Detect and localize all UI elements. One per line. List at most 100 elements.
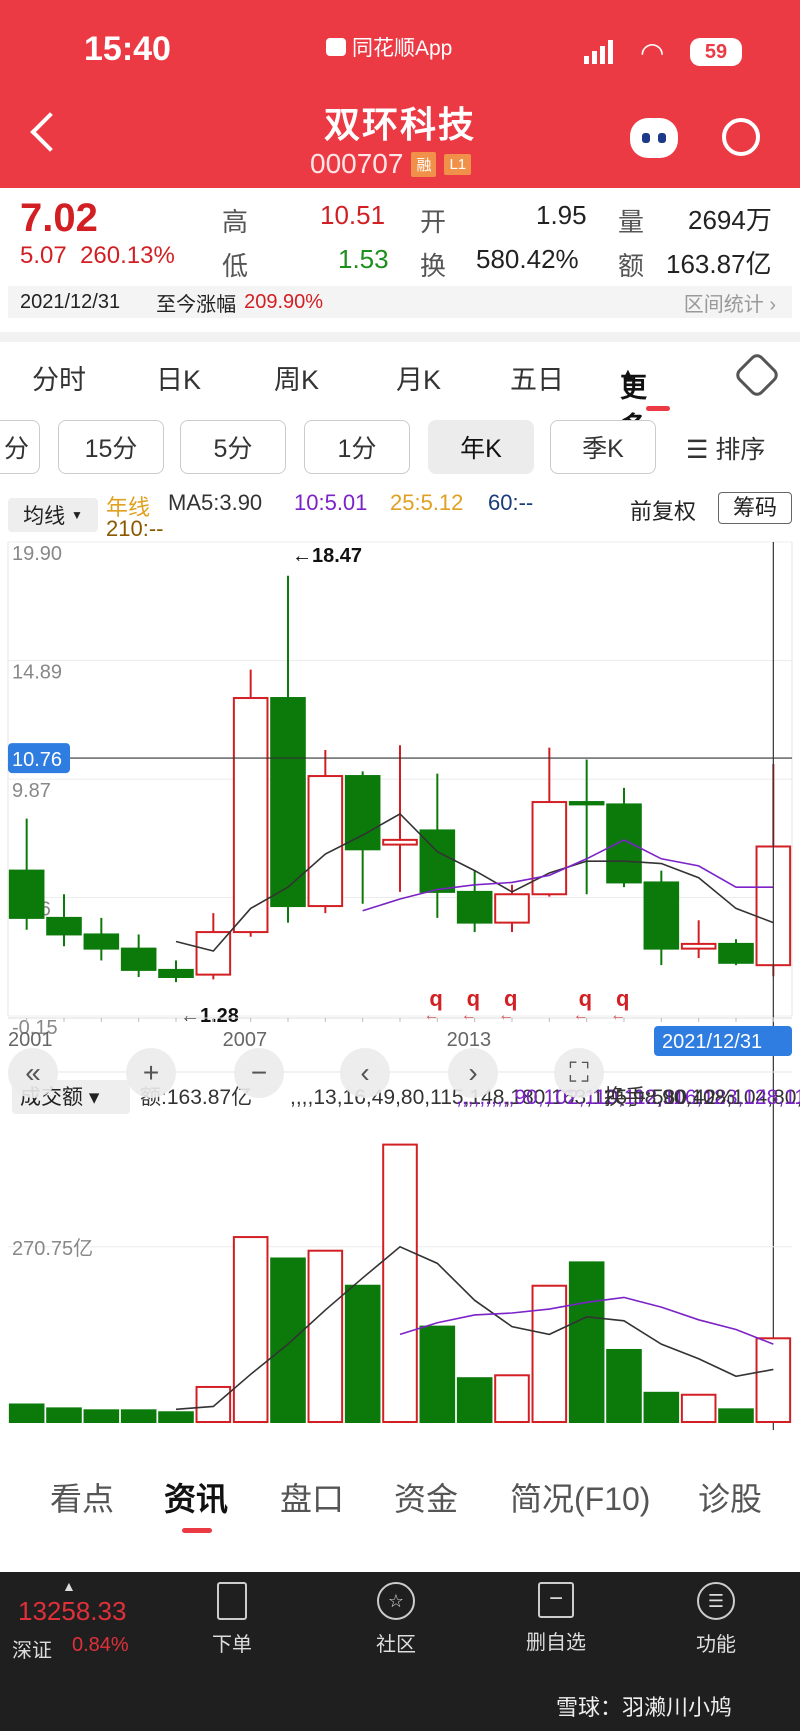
fullscreen-icon[interactable]: ⛶ xyxy=(554,1048,604,1098)
robot-assistant-icon[interactable] xyxy=(630,118,678,158)
since-label: 至今涨幅 xyxy=(156,293,237,316)
kline-chart-area[interactable]: 19.9014.899.874.86-0.15←18.47←1.28q←q←q←… xyxy=(0,540,800,1440)
app-logo-icon xyxy=(326,38,346,56)
volume-bar xyxy=(568,1261,605,1424)
price-change: 5.07 260.13% xyxy=(20,242,175,270)
tab-order-book[interactable]: 盘口 xyxy=(280,1474,344,1520)
volume-bar xyxy=(270,1257,306,1423)
minus-box-icon: − xyxy=(538,1582,574,1618)
ma-legend: 均线 ▼ 年线 MA5:3.90 10:5.01 25:5.12 60:-- 2… xyxy=(0,488,800,544)
high-label: 高 xyxy=(222,207,249,237)
app-header: 15:40 同花顺App ◠ 59 双环科技 000707 融 L1 xyxy=(0,0,800,188)
candle-body xyxy=(718,942,754,964)
last-price: 7.02 xyxy=(20,196,98,240)
stock-name: 双环科技 xyxy=(323,104,476,145)
low-label: 低 xyxy=(222,251,249,281)
ma-selector[interactable]: 均线 ▼ xyxy=(8,498,98,532)
min-price-label: ←1.28 xyxy=(180,1005,239,1027)
tab-intraday[interactable]: 分时 xyxy=(32,358,86,397)
index-name: 深证 xyxy=(12,1640,52,1662)
range-stat-link[interactable]: 区间统计 › xyxy=(684,288,776,317)
crosshair-price: 10.76 xyxy=(12,749,62,771)
functions-button[interactable]: ☰ 功能 xyxy=(656,1582,776,1657)
tab-daily-k[interactable]: 日K xyxy=(156,358,201,397)
battery-level: 59 xyxy=(704,40,728,63)
sort-button[interactable]: ☰ 排序 xyxy=(686,430,765,466)
interval-buttons: 分 15分 5分 1分 年K 季K ☰ 排序 xyxy=(0,420,800,476)
order-button[interactable]: 下单 xyxy=(172,1582,292,1657)
tab-news[interactable]: 资讯 xyxy=(164,1474,228,1520)
volume-bar xyxy=(8,1403,45,1423)
ma25-value: 25:5.12 xyxy=(390,490,464,515)
tab-weekly-k[interactable]: 周K xyxy=(274,358,319,397)
y-tick-label: 19.90 xyxy=(12,543,62,565)
volume-label: 量 xyxy=(618,207,645,237)
zoom-in-icon[interactable]: + xyxy=(126,1048,176,1098)
amount-label: 额 xyxy=(618,251,645,281)
tab-f10[interactable]: 简况(F10) xyxy=(510,1474,650,1520)
interval-min[interactable]: 分 xyxy=(0,420,40,474)
community-button[interactable]: ☆ 社区 xyxy=(336,1582,456,1657)
candle-body xyxy=(270,697,306,908)
candle-body xyxy=(232,697,269,934)
index-value: 13258.33 xyxy=(18,1596,127,1626)
quote-panel: 7.02 5.07 260.13% 高 10.51 低 1.53 开 1.95 … xyxy=(0,188,800,328)
max-price-label: ←18.47 xyxy=(292,545,362,567)
next-icon[interactable]: › xyxy=(448,1048,498,1098)
candle-body xyxy=(46,916,82,936)
tab-five-day[interactable]: 五日 xyxy=(510,358,564,397)
volume-bar xyxy=(606,1348,642,1423)
zoom-out-icon[interactable]: − xyxy=(234,1048,284,1098)
tab-funds[interactable]: 资金 xyxy=(394,1474,458,1520)
news-tab-indicator xyxy=(182,1528,212,1533)
settings-hex-icon[interactable] xyxy=(732,350,782,400)
ma210-value: 210:-- xyxy=(106,516,164,541)
candle-body xyxy=(531,801,568,896)
wifi-icon: ◠ xyxy=(640,37,665,68)
range-date: 2021/12/31 xyxy=(20,290,121,313)
interval-1min[interactable]: 1分 xyxy=(304,420,410,474)
rewind-icon[interactable]: « xyxy=(8,1048,58,1098)
period-tabs: 分时 日K 周K 月K 五日 更多▲ xyxy=(0,350,800,442)
adjust-label[interactable]: 前复权 xyxy=(630,494,696,526)
tab-highlights[interactable]: 看点 xyxy=(50,1474,114,1520)
app-name-label: 同花顺App xyxy=(352,37,453,60)
turnover-value: 580.42% xyxy=(476,244,579,274)
index-up-icon: ▲ xyxy=(62,1578,76,1594)
candle-body xyxy=(120,947,157,971)
signal-icon xyxy=(584,40,613,64)
interval-15min[interactable]: 15分 xyxy=(58,420,164,474)
chip-button[interactable]: 筹码 xyxy=(718,492,792,524)
interval-year-k[interactable]: 年K xyxy=(428,420,534,474)
low-value: 1.53 xyxy=(338,244,389,274)
search-icon[interactable] xyxy=(722,118,760,156)
volume-value: 2694万 xyxy=(688,205,772,235)
prev-icon[interactable]: ‹ xyxy=(340,1048,390,1098)
candle-body xyxy=(568,801,605,806)
candle-body xyxy=(643,881,680,950)
margin-tag: 融 xyxy=(411,151,437,177)
candle-body xyxy=(606,803,642,884)
interval-5min[interactable]: 5分 xyxy=(180,420,286,474)
ma60-value: 60:-- xyxy=(488,490,534,515)
interval-quarter-k[interactable]: 季K xyxy=(550,420,656,474)
battery-icon: 59 xyxy=(690,38,742,66)
volume-bar xyxy=(83,1409,120,1424)
volume-tick-label: 270.75亿 xyxy=(12,1237,93,1260)
menu-circle-icon: ☰ xyxy=(697,1582,735,1620)
remove-watchlist-button[interactable]: − 删自选 xyxy=(496,1582,616,1655)
open-value: 1.95 xyxy=(536,200,587,230)
tab-diagnosis[interactable]: 诊股 xyxy=(698,1474,762,1520)
volume-bar xyxy=(494,1374,530,1424)
range-strip: 2021/12/31 至今涨幅 209.90% 区间统计 › xyxy=(8,286,792,318)
kline-svg: 19.9014.899.874.86-0.15←18.47←1.28q←q←q←… xyxy=(7,541,800,1430)
active-tab-indicator xyxy=(646,406,670,411)
high-value: 10.51 xyxy=(320,200,386,230)
volume-bar xyxy=(307,1249,344,1424)
tab-monthly-k[interactable]: 月K xyxy=(396,358,441,397)
dropdown-icon: ▼ xyxy=(70,508,83,522)
volume-bar xyxy=(195,1385,232,1424)
y-tick-label: 9.87 xyxy=(12,780,51,802)
volume-bar xyxy=(120,1409,157,1424)
candle-body xyxy=(494,893,530,924)
